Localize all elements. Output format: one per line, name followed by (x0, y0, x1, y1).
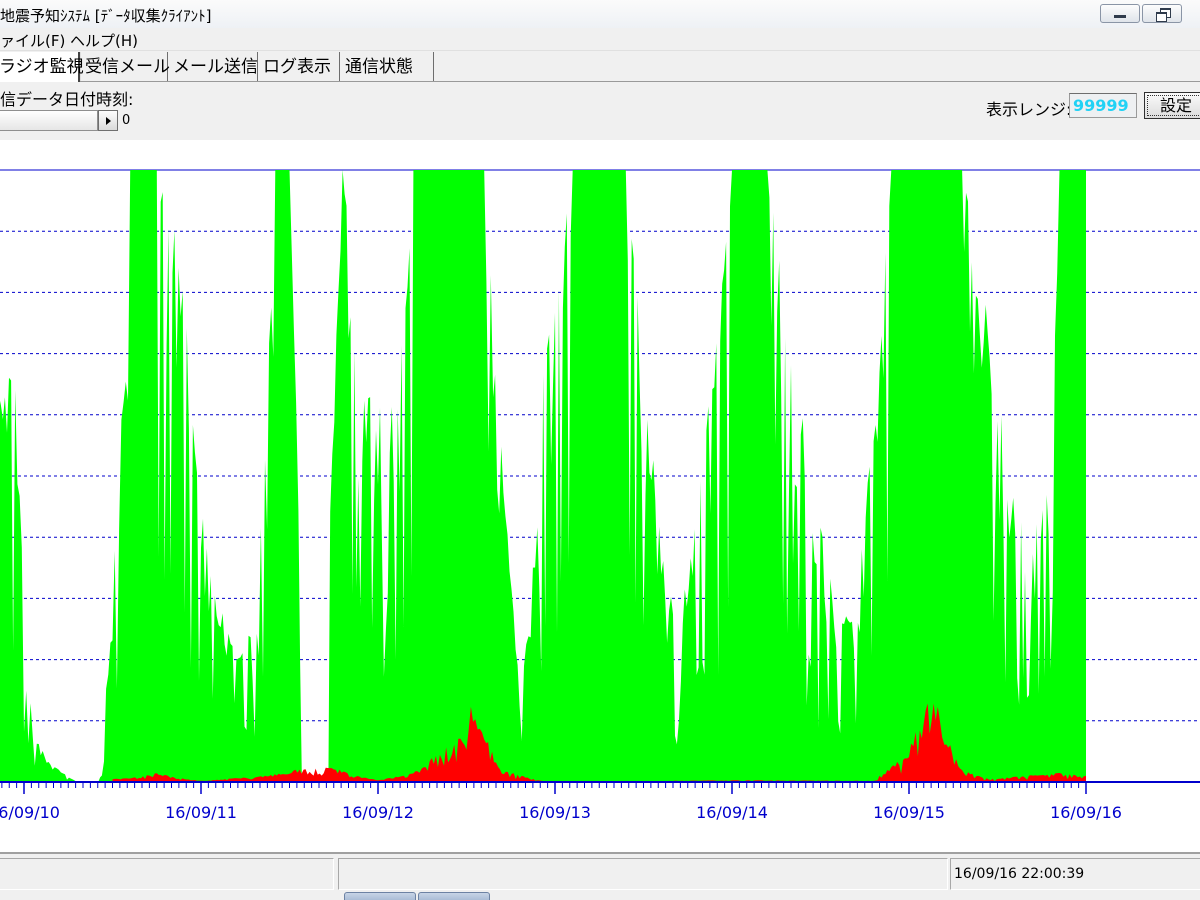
green-series-area (0, 170, 1086, 782)
tab-comm-status[interactable]: 通信状態 (342, 52, 434, 82)
display-range-input[interactable]: 99999 (1069, 93, 1137, 118)
tab-radio-monitor[interactable]: ラジオ監視 (0, 52, 84, 82)
minimize-button[interactable] (1100, 4, 1140, 23)
tab-log-view[interactable]: ログ表示 (260, 52, 340, 82)
x-tick-label: 16/09/15 (873, 803, 945, 822)
status-pane-1 (0, 858, 334, 890)
x-tick-label: 16/09/11 (165, 803, 237, 822)
tab-received-mail[interactable]: 受信メール (82, 52, 170, 82)
window-title: 地震予知ｼｽﾃﾑ [ﾃﾞｰﾀ収集ｸﾗｲｱﾝﾄ] (0, 7, 212, 25)
taskbar-button-1[interactable] (344, 892, 416, 900)
x-tick-label: 16/09/14 (696, 803, 768, 822)
tab-send-mail[interactable]: メール送信 (170, 52, 258, 82)
taskbar-button-2[interactable] (418, 892, 490, 900)
slider-value: 0 (122, 113, 131, 128)
title-bar: 地震予知ｼｽﾃﾑ [ﾃﾞｰﾀ収集ｸﾗｲｱﾝﾄ] (0, 0, 1200, 29)
tab-strip: ラジオ監視 受信メール メール送信 ログ表示 通信状態 (0, 52, 1200, 82)
minimize-icon (1114, 15, 1126, 18)
datetime-slider-track[interactable] (0, 110, 98, 131)
x-tick-label: 16/09/13 (519, 803, 591, 822)
slider-right-arrow-icon[interactable] (98, 110, 118, 131)
chart-series (0, 170, 1086, 782)
restore-button[interactable] (1142, 4, 1182, 23)
display-range-label: 表示レンジ: (986, 100, 1072, 119)
menu-help[interactable]: ヘルプ(H) (70, 30, 138, 51)
seismic-chart: 16/09/10 16/09/11 16/09/12 16/09/13 16/09/14… (0, 169, 1200, 822)
received-datetime-label: 信データ日付時刻: (0, 90, 134, 109)
set-button[interactable]: 設定 (1144, 92, 1200, 119)
app-window: 地震予知ｼｽﾃﾑ [ﾃﾞｰﾀ収集ｸﾗｲｱﾝﾄ] ァイル(F) ヘルプ(H) ラジ… (0, 0, 1200, 900)
x-tick-label: 16/09/12 (342, 803, 414, 822)
menu-file[interactable]: ァイル(F) (0, 30, 65, 51)
x-tick-label: 16/09/16 (1050, 803, 1122, 822)
status-pane-2 (338, 858, 948, 890)
status-datetime: 16/09/16 22:00:39 (954, 866, 1085, 882)
chart-x-axis: 16/09/10 16/09/11 16/09/12 16/09/13 16/09/14… (0, 781, 1200, 822)
x-tick-label: 16/09/10 (0, 803, 60, 822)
menu-bar: ァイル(F) ヘルプ(H) (0, 28, 1200, 51)
